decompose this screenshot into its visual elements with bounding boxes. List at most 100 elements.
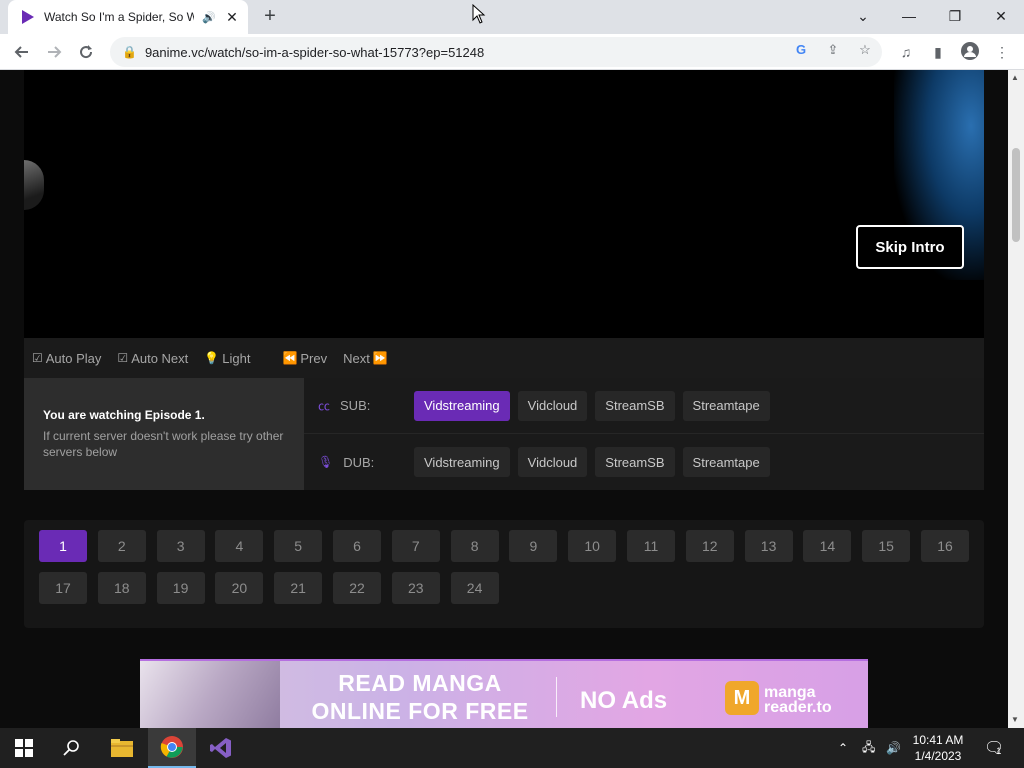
- next-episode-button[interactable]: Next ⏩: [343, 351, 391, 366]
- taskbar-clock[interactable]: 10:41 AM 1/4/2023: [908, 732, 968, 764]
- close-tab-button[interactable]: ✕: [224, 9, 240, 26]
- scrollbar-thumb[interactable]: [1012, 148, 1020, 242]
- audio-playing-icon[interactable]: 🔊: [202, 11, 216, 24]
- side-panel-icon[interactable]: ▮: [928, 42, 948, 62]
- next-label: Next: [343, 350, 370, 366]
- manga-ad-banner[interactable]: READ MANGA ONLINE FOR FREE NO Ads M mang…: [140, 659, 868, 728]
- brand-line1: manga: [764, 684, 816, 701]
- mangareader-logo-icon: M: [725, 681, 759, 715]
- episode-button-10[interactable]: 10: [568, 530, 617, 562]
- sub-label-text: SUB:: [340, 398, 371, 413]
- episode-button-11[interactable]: 11: [627, 530, 675, 562]
- episode-button-7[interactable]: 7: [391, 530, 440, 562]
- episode-button-19[interactable]: 19: [156, 572, 205, 604]
- prev-episode-button[interactable]: ⏪ Prev: [282, 351, 327, 366]
- checkbox-icon: ☑: [32, 351, 43, 365]
- episode-button-2[interactable]: 2: [97, 530, 146, 562]
- auto-play-toggle[interactable]: ☑ Auto Play: [32, 351, 101, 366]
- visual-studio-icon[interactable]: [197, 728, 245, 768]
- dub-label: 🎙 DUB:: [318, 455, 414, 470]
- reload-icon[interactable]: [72, 38, 100, 66]
- sub-servers-row: ㏄ SUB: Vidstreaming Vidcloud StreamSB St…: [304, 378, 984, 434]
- page-scrollbar[interactable]: ▲ ▼: [1008, 70, 1024, 728]
- search-icon[interactable]: [48, 728, 96, 768]
- back-icon[interactable]: [8, 38, 36, 66]
- windows-taskbar: ⌃ 🖧 🔊 10:41 AM 1/4/2023 🗨 1: [0, 728, 1024, 768]
- tray-overflow-icon[interactable]: ⌃: [838, 728, 848, 768]
- sub-server-streamsb[interactable]: StreamSB: [595, 390, 675, 421]
- auto-play-label: Auto Play: [45, 350, 102, 366]
- microphone-icon: 🎙: [318, 455, 334, 469]
- scroll-up-arrow-icon[interactable]: ▲: [1011, 73, 1019, 82]
- sub-server-streamtape[interactable]: Streamtape: [682, 390, 770, 421]
- maximize-button[interactable]: ❐: [932, 0, 978, 32]
- server-panel: You are watching Episode 1. If current s…: [24, 378, 984, 490]
- banner-headline-line1: READ MANGA: [338, 670, 502, 696]
- episode-button-13[interactable]: 13: [744, 530, 793, 562]
- notification-count: 1: [996, 746, 1002, 756]
- light-toggle[interactable]: 💡 Light: [204, 351, 250, 366]
- clock-date: 1/4/2023: [914, 749, 962, 763]
- video-player[interactable]: Skip Intro: [24, 70, 984, 338]
- volume-icon[interactable]: 🔊: [886, 728, 901, 768]
- episode-button-24[interactable]: 24: [450, 572, 499, 604]
- file-explorer-icon[interactable]: [98, 728, 146, 768]
- tab-search-button[interactable]: ⌄: [840, 0, 886, 32]
- video-frame-art-left: [24, 160, 44, 210]
- sub-server-vidstreaming[interactable]: Vidstreaming: [414, 390, 510, 421]
- dub-server-vidstreaming[interactable]: Vidstreaming: [414, 447, 510, 477]
- auto-next-toggle[interactable]: ☑ Auto Next: [117, 351, 188, 366]
- episode-button-22[interactable]: 22: [333, 572, 381, 604]
- share-icon[interactable]: ⇪: [824, 41, 842, 59]
- episode-button-17[interactable]: 17: [39, 572, 87, 604]
- episode-button-18[interactable]: 18: [97, 572, 146, 604]
- network-icon[interactable]: 🖧: [862, 728, 875, 768]
- new-tab-button[interactable]: +: [258, 6, 282, 28]
- browser-tab[interactable]: Watch So I'm a Spider, So W 🔊 ✕: [8, 0, 248, 34]
- episode-button-20[interactable]: 20: [215, 572, 264, 604]
- forward-icon[interactable]: [40, 38, 68, 66]
- episode-button-15[interactable]: 15: [862, 530, 911, 562]
- chrome-taskbar-icon[interactable]: [148, 728, 196, 768]
- episode-button-14[interactable]: 14: [803, 530, 852, 562]
- episode-button-16[interactable]: 16: [921, 530, 969, 562]
- google-translate-icon[interactable]: G: [792, 41, 810, 59]
- episode-button-21[interactable]: 21: [274, 572, 323, 604]
- episode-button-12[interactable]: 12: [685, 530, 734, 562]
- watching-title: You are watching Episode 1.: [43, 408, 205, 422]
- media-control-icon[interactable]: ♫: [896, 42, 916, 62]
- minimize-button[interactable]: —: [886, 0, 932, 32]
- sub-server-vidcloud[interactable]: Vidcloud: [517, 390, 588, 421]
- episode-button-5[interactable]: 5: [274, 530, 323, 562]
- browser-toolbar: 🔒 9anime.vc/watch/so-im-a-spider-so-what…: [0, 34, 1024, 70]
- episode-button-4[interactable]: 4: [215, 530, 264, 562]
- notification-center-icon[interactable]: 🗨 1: [984, 728, 1004, 768]
- windows-start-icon[interactable]: [0, 728, 48, 768]
- episode-button-8[interactable]: 8: [450, 530, 499, 562]
- bookmark-star-icon[interactable]: ☆: [856, 41, 874, 59]
- menu-kebab-icon[interactable]: ⋮: [992, 42, 1012, 62]
- dub-server-streamtape[interactable]: Streamtape: [682, 447, 770, 477]
- dub-server-streamsb[interactable]: StreamSB: [595, 447, 675, 477]
- dub-label-text: DUB:: [343, 454, 375, 470]
- auto-next-label: Auto Next: [131, 350, 189, 366]
- banner-artwork: [140, 661, 280, 728]
- address-bar[interactable]: 🔒 9anime.vc/watch/so-im-a-spider-so-what…: [110, 37, 882, 67]
- episode-button-3[interactable]: 3: [156, 530, 205, 562]
- dub-server-vidcloud[interactable]: Vidcloud: [517, 447, 588, 477]
- prev-label: Prev: [300, 350, 328, 366]
- tab-strip: Watch So I'm a Spider, So W 🔊 ✕ + ⌄ — ❐ …: [0, 0, 1024, 34]
- profile-avatar-icon[interactable]: [960, 42, 980, 62]
- scroll-down-arrow-icon[interactable]: ▼: [1011, 715, 1019, 724]
- light-label: Light: [222, 350, 251, 366]
- episode-button-1[interactable]: 1: [39, 530, 87, 562]
- episode-button-9[interactable]: 9: [509, 530, 558, 562]
- lock-icon[interactable]: 🔒: [122, 45, 137, 59]
- close-window-button[interactable]: ✕: [978, 0, 1024, 32]
- episode-button-6[interactable]: 6: [333, 530, 381, 562]
- skip-intro-button[interactable]: Skip Intro: [856, 225, 964, 269]
- mouse-cursor-icon: [472, 4, 486, 24]
- episode-button-23[interactable]: 23: [391, 572, 440, 604]
- player-controls: ☑ Auto Play ☑ Auto Next 💡 Light ⏪ Prev N…: [24, 338, 984, 378]
- episode-list: 1 2 3 4 5 6 7 8 9 10 11 12 13 14 15 16 17 18 19 20 21 22 23 24: [24, 520, 984, 628]
